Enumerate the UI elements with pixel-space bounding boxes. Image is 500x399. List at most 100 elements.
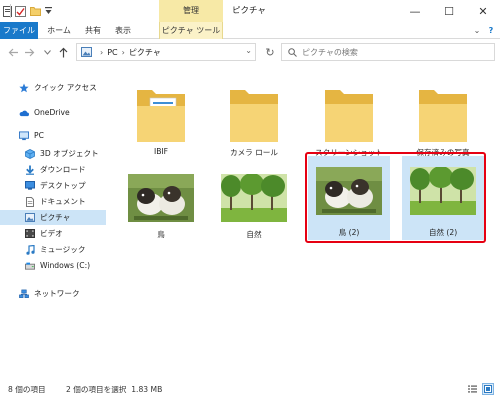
nav-item-pictures[interactable]: ピクチャ xyxy=(0,210,106,225)
title-bar: 管理 ピクチャ — ☐ ✕ xyxy=(0,0,500,22)
minimize-button[interactable]: — xyxy=(398,0,432,22)
nav-item-network[interactable]: ネットワーク xyxy=(0,286,106,301)
forward-arrow-icon[interactable] xyxy=(22,45,36,59)
nav-item-music[interactable]: ミュージック xyxy=(0,242,106,257)
tab-home[interactable]: ホーム xyxy=(42,22,76,39)
folder-item[interactable]: IBIF xyxy=(120,78,202,168)
tab-file[interactable]: ファイル xyxy=(0,22,38,39)
window-title: ピクチャ xyxy=(232,6,266,16)
search-icon xyxy=(288,47,297,57)
properties-icon[interactable] xyxy=(15,4,26,18)
help-icon[interactable]: ? xyxy=(484,22,498,39)
pictures-location-icon xyxy=(81,47,92,57)
image-item[interactable]: 鳥 xyxy=(120,160,202,250)
image-thumbnail xyxy=(308,166,390,216)
tab-share[interactable]: 共有 xyxy=(80,22,106,39)
nav-item-label: ビデオ xyxy=(40,229,63,238)
navigation-bar: › PC › ピクチャ ⌄ ↻ ピクチャの検索 xyxy=(0,40,500,64)
breadcrumb-separator: › xyxy=(121,47,125,57)
ribbon-expand-icon[interactable]: ⌄ xyxy=(470,22,484,39)
nav-item-label: クイック アクセス xyxy=(34,83,97,92)
folder-icon xyxy=(402,78,484,144)
pc-icon xyxy=(19,130,29,141)
breadcrumb-pc[interactable]: PC xyxy=(107,48,117,57)
details-view-icon[interactable] xyxy=(466,383,478,395)
nav-item-label: デスクトップ xyxy=(40,181,86,190)
minimize-icon: — xyxy=(409,4,421,18)
nav-item-quick-access[interactable]: クイック アクセス xyxy=(0,80,106,95)
folder-icon xyxy=(213,78,295,144)
nav-item-pc[interactable]: PC xyxy=(0,128,106,143)
folder-item[interactable]: スクリーンショット xyxy=(308,78,390,168)
nav-item-label: 3D オブジェクト xyxy=(40,149,99,158)
nav-item-label: OneDrive xyxy=(34,108,70,117)
file-name: カメラ ロール xyxy=(230,148,278,157)
nav-item-desktop[interactable]: デスクトップ xyxy=(0,178,106,193)
address-dropdown-icon[interactable]: ⌄ xyxy=(245,46,252,55)
video-icon xyxy=(25,229,35,239)
item-count: 8 個の項目 xyxy=(8,385,46,394)
large-icons-view-icon[interactable] xyxy=(482,383,494,395)
image-thumbnail xyxy=(402,166,484,216)
quick-access-separator xyxy=(10,4,11,18)
new-folder-icon[interactable] xyxy=(30,4,41,18)
image-item[interactable]: 自然 (2) xyxy=(402,156,484,240)
download-icon xyxy=(25,165,35,175)
up-arrow-icon[interactable] xyxy=(56,45,70,59)
tab-picture-tools[interactable]: ピクチャ ツール xyxy=(159,22,223,39)
search-box[interactable]: ピクチャの検索 xyxy=(281,43,495,61)
refresh-icon[interactable]: ↻ xyxy=(263,43,277,61)
nav-item-label: Windows (C:) xyxy=(40,261,91,270)
folder-icon xyxy=(308,78,390,144)
nav-item-label: ミュージック xyxy=(40,245,86,254)
cloud-icon xyxy=(19,108,29,118)
selection-info: 2 個の項目を選択 1.83 MB xyxy=(66,385,163,394)
nav-item-3d-objects[interactable]: 3D オブジェクト xyxy=(0,146,106,161)
file-name: 鳥 xyxy=(157,230,165,239)
nav-item-onedrive[interactable]: OneDrive xyxy=(0,105,106,120)
nav-item-documents[interactable]: ドキュメント xyxy=(0,194,106,209)
back-arrow-icon[interactable] xyxy=(6,45,20,59)
recent-locations-icon[interactable] xyxy=(40,45,54,59)
nav-item-label: ネットワーク xyxy=(34,289,80,298)
drive-icon xyxy=(25,261,35,271)
folder-icon xyxy=(120,78,202,144)
file-name: IBIF xyxy=(153,147,169,156)
context-group-header: 管理 xyxy=(159,0,223,22)
close-button[interactable]: ✕ xyxy=(466,0,500,22)
nav-item-label: ドキュメント xyxy=(40,197,86,206)
network-icon xyxy=(19,289,29,299)
file-name: 鳥 (2) xyxy=(338,228,360,237)
search-input[interactable]: ピクチャの検索 xyxy=(302,47,358,58)
nav-item-videos[interactable]: ビデオ xyxy=(0,226,106,241)
image-item[interactable]: 自然 xyxy=(213,160,295,250)
folder-item[interactable]: 保存済みの写真 xyxy=(402,78,484,168)
navigation-pane: クイック アクセス OneDrive PC 3D オブジェクト ダウンロード デ… xyxy=(0,70,106,370)
nav-item-downloads[interactable]: ダウンロード xyxy=(0,162,106,177)
quick-access-dropdown-icon[interactable] xyxy=(45,4,52,18)
image-thumbnail xyxy=(120,170,202,226)
cube-icon xyxy=(25,148,35,159)
address-bar[interactable]: › PC › ピクチャ ⌄ xyxy=(76,43,256,61)
nav-item-label: ダウンロード xyxy=(40,165,86,174)
nav-item-label: ピクチャ xyxy=(40,213,71,222)
document-icon xyxy=(25,196,35,207)
tab-view[interactable]: 表示 xyxy=(110,22,136,39)
ribbon-tabs: ファイル ホーム 共有 表示 ピクチャ ツール xyxy=(0,22,500,39)
maximize-button[interactable]: ☐ xyxy=(432,0,466,22)
status-bar: 8 個の項目 2 個の項目を選択 1.83 MB xyxy=(0,379,500,399)
music-icon xyxy=(25,244,35,255)
image-thumbnail xyxy=(213,170,295,226)
nav-item-windows-c[interactable]: Windows (C:) xyxy=(0,258,106,273)
desktop-icon xyxy=(25,181,35,191)
nav-item-label: PC xyxy=(34,131,44,140)
star-icon xyxy=(19,83,29,93)
breadcrumb-pictures[interactable]: ピクチャ xyxy=(129,47,161,58)
maximize-icon: ☐ xyxy=(444,4,454,18)
file-name: 自然 (2) xyxy=(428,228,458,237)
image-item[interactable]: 鳥 (2) xyxy=(308,156,390,240)
breadcrumb-separator: › xyxy=(100,47,104,57)
close-icon: ✕ xyxy=(478,4,488,18)
folder-item[interactable]: カメラ ロール xyxy=(213,78,295,168)
pictures-icon xyxy=(25,213,35,223)
